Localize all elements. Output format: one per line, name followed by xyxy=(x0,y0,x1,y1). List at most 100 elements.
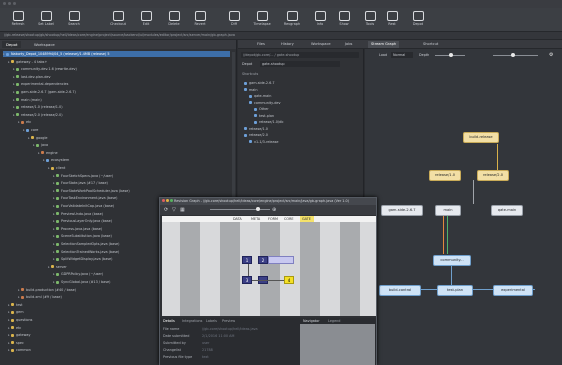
tree-row[interactable]: ▸ last-dev-plan-dev xyxy=(13,74,230,80)
search-button[interactable]: Search xyxy=(60,9,88,30)
depot-filter-select[interactable]: gate-shootup xyxy=(260,61,340,67)
revision-node[interactable]: 3 xyxy=(242,276,252,284)
tree-row[interactable]: ▸ gateway - 4 tabs+ xyxy=(8,59,230,65)
tab-workspace[interactable]: Workspace xyxy=(308,41,334,48)
graph-settings-icon[interactable]: ⚙ xyxy=(549,52,553,58)
revert-button[interactable]: Revert xyxy=(186,9,214,30)
tree-row[interactable]: ▸ google xyxy=(28,135,230,141)
stream-node[interactable]: experimental xyxy=(493,285,533,296)
stream-node[interactable]: community... xyxy=(433,255,471,266)
revision-graph-canvas[interactable]: DATA META FORM CORE GATE 1 2 3 4 xyxy=(162,216,376,316)
tree-row[interactable]: ▸ experimental-dependencies xyxy=(13,81,230,87)
zoom-slider[interactable] xyxy=(493,55,538,56)
close-icon[interactable] xyxy=(162,199,165,202)
tab-workspace[interactable]: Workspace xyxy=(30,41,59,48)
tree-row[interactable]: ▸ gam-side-2.6.7 (gam-side-2.6.7) xyxy=(13,89,230,95)
tab-depot[interactable]: Depot xyxy=(2,41,22,48)
tab-navigator[interactable]: Navigator xyxy=(303,319,320,323)
tab-files[interactable]: Files xyxy=(254,41,268,48)
tab-jobs[interactable]: Jobs xyxy=(342,41,355,48)
minimize-icon[interactable] xyxy=(166,199,169,202)
stream-list-item[interactable]: community-dev xyxy=(249,100,281,106)
tree-row[interactable]: ▸ etc xyxy=(18,119,230,125)
depth-slider-handle[interactable] xyxy=(449,53,453,57)
refresh-button[interactable]: Refresh xyxy=(4,9,32,30)
folder-icon xyxy=(56,250,59,254)
stream-node[interactable]: qate-main xyxy=(491,205,523,216)
stream-list-item[interactable]: v1-1/3-release xyxy=(249,139,278,145)
stream-list-item[interactable]: gam-side-2.6.7 xyxy=(244,80,275,86)
zoom-slider-handle[interactable] xyxy=(511,53,515,57)
maximize-window-icon[interactable] xyxy=(13,2,16,5)
tab-integrations[interactable]: Integrations xyxy=(182,319,202,323)
stream-node[interactable]: release/1.0 xyxy=(429,170,461,181)
stream-list-item[interactable]: release/1.0/db xyxy=(254,119,283,125)
tree-row-label: etc xyxy=(26,120,32,125)
revision-zoom-handle[interactable] xyxy=(256,207,260,211)
tree-row[interactable]: ▸ Nakorty_Depot_1048994/04_5 (release)/1.… xyxy=(3,51,230,57)
diff-button[interactable]: Diff xyxy=(220,9,248,30)
stream-path-field[interactable]: //depot/gb-core/... / gate-shootup xyxy=(241,52,359,58)
show-button[interactable]: Show xyxy=(330,9,358,30)
stream-list-item[interactable]: release/1.0 xyxy=(244,126,268,132)
depot-path-bar[interactable]: //gb-release/shootup/gb/shootup/hell/ide… xyxy=(0,32,562,40)
tab-shortcut[interactable]: Shortcut xyxy=(420,41,441,48)
tree-row[interactable]: ▸ client xyxy=(48,165,230,171)
tree-row[interactable]: ▸ engine xyxy=(38,150,230,156)
graph-load-select[interactable]: Normal xyxy=(391,52,413,58)
tab-labels[interactable]: Labels xyxy=(206,319,217,323)
revision-node[interactable]: 2 xyxy=(258,256,268,264)
timelapse-button[interactable]: Timelapse xyxy=(248,9,276,30)
zoom-in-icon[interactable]: ⊕ xyxy=(272,207,276,213)
filter-icon[interactable]: ▽ xyxy=(172,207,176,213)
tab-legend[interactable]: Legend xyxy=(328,319,340,323)
revision-node-bar[interactable] xyxy=(268,256,294,264)
stream-list-item[interactable]: main xyxy=(244,87,257,93)
stream-list-item[interactable]: qate-main xyxy=(249,93,271,99)
tab-stream-graph[interactable]: Stream Graph xyxy=(368,41,400,48)
tree-row[interactable]: ▸ release/1.0 (release/1.0) xyxy=(13,104,230,110)
stream-list-label: release/1.0 xyxy=(249,126,268,131)
minimize-window-icon[interactable] xyxy=(8,2,11,5)
tree-row[interactable]: ▸ main (main) xyxy=(13,97,230,103)
stream-node[interactable]: release/2.0 xyxy=(477,170,509,181)
tree-row[interactable]: ▸ ecosystem xyxy=(43,157,230,163)
stream-node[interactable]: build-control xyxy=(379,285,421,296)
revision-zoom-slider[interactable] xyxy=(210,209,270,210)
tree-row[interactable]: ▸ community-dev.1.6 (rewrite-dev) xyxy=(13,66,230,72)
close-window-icon[interactable] xyxy=(3,2,6,5)
tab-history[interactable]: History xyxy=(278,41,297,48)
revision-graph-title[interactable]: Revision Graph - //gb-core/shootup/hell/… xyxy=(160,198,376,205)
checkout-button[interactable]: Checkout xyxy=(104,9,132,30)
revision-graph-window[interactable]: Revision Graph - //gb-core/shootup/hell/… xyxy=(159,197,377,365)
tab-preview[interactable]: Preview xyxy=(222,319,235,323)
edit-button[interactable]: Edit xyxy=(132,9,160,30)
depot-button[interactable]: Depot xyxy=(404,9,432,30)
maximize-icon[interactable] xyxy=(170,199,173,202)
stream-list-item[interactable]: Other xyxy=(254,106,269,112)
tree-row[interactable]: ▸ core xyxy=(23,127,230,133)
tree-row[interactable]: ▸ release/2.0 (release/2.0) xyxy=(13,112,230,118)
stream-list-item[interactable]: release/2.0 xyxy=(244,132,268,138)
stream-node[interactable]: gam-side-2.6.7 xyxy=(381,205,423,216)
tab-details[interactable]: Details xyxy=(163,319,175,323)
refresh-icon[interactable]: ⟳ xyxy=(164,207,168,213)
revision-graph-toolbar: ⟳ ▽ ▦ ⊕ xyxy=(160,205,376,215)
tree-row[interactable]: ▸ FourState.java (#17 / base) xyxy=(53,180,230,186)
stream-node[interactable]: test-plan xyxy=(437,285,473,296)
tree-row-label: main (main) xyxy=(21,97,42,102)
revgraph-button[interactable]: Revgraph xyxy=(278,9,306,30)
stream-list-item[interactable]: test-plan xyxy=(254,113,274,119)
tree-row[interactable]: ▸ FourStateWorkPoolScheduler.java (base) xyxy=(53,188,230,194)
tree-row[interactable]: ▸ java xyxy=(33,142,230,148)
tree-row[interactable]: ▸ FourSketchSpecs.java (~/user) xyxy=(53,173,230,179)
set-label-button[interactable]: Set Label xyxy=(32,9,60,30)
layout-icon[interactable]: ▦ xyxy=(180,207,185,213)
revision-node-selected[interactable]: 4 xyxy=(284,276,294,284)
delete-button[interactable]: Delete xyxy=(160,9,188,30)
rest-button[interactable]: Rest xyxy=(378,9,406,30)
revision-node[interactable]: 1 xyxy=(242,256,252,264)
navigator-preview[interactable] xyxy=(300,324,375,365)
stream-node[interactable]: main xyxy=(435,205,461,216)
stream-node[interactable]: build-release xyxy=(463,132,499,143)
